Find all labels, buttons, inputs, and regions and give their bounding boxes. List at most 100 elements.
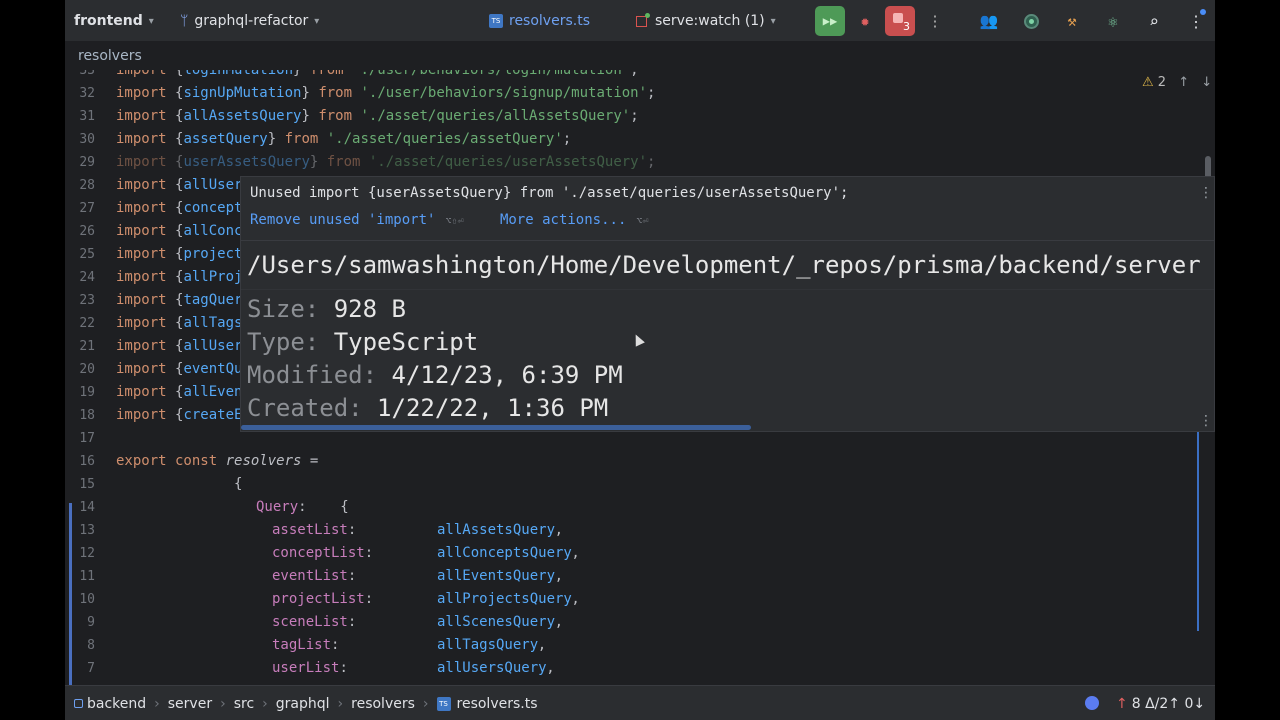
breadcrumb-item[interactable]: src xyxy=(234,696,254,712)
type-value: TypeScript xyxy=(333,328,479,356)
identifier: userAssetsQuery xyxy=(183,154,310,170)
branch-selector[interactable]: ᛘ graphql-refactor ▾ xyxy=(180,0,319,42)
branch-icon: ᛘ xyxy=(180,13,189,29)
line-number: 27 xyxy=(79,201,95,216)
file-modified-row: Modified: 4/12/23, 6:39 PM xyxy=(247,361,623,389)
build-tools-button[interactable]: ⚒ xyxy=(1057,6,1087,36)
identifier: allConc xyxy=(183,223,243,239)
line-code: { xyxy=(116,473,242,496)
vcs-arrow-icon: ↑ xyxy=(1116,695,1128,712)
identifier: allEven xyxy=(183,384,243,400)
property-row: eventList: xyxy=(272,565,356,588)
ai-assistant-button[interactable] xyxy=(1016,6,1046,36)
identifier: allUser xyxy=(183,338,243,354)
line-code: import {concept xyxy=(116,197,242,220)
code-line: 11 eventList: allEventsQuery, xyxy=(65,565,1215,588)
code-line: 29 import {userAssetsQuery} from './asset… xyxy=(65,151,1215,174)
popup-scrollbar[interactable] xyxy=(241,425,751,430)
punct: , xyxy=(554,522,564,538)
breadcrumb-item[interactable]: server xyxy=(168,696,212,712)
project-selector[interactable]: frontend ▾ xyxy=(74,0,154,42)
property-value: allAssetsQuery xyxy=(437,522,556,538)
previous-highlight-icon[interactable]: ↑ xyxy=(1178,75,1189,90)
property-value: allConceptsQuery xyxy=(437,545,572,561)
modified-value: 4/12/23, 6:39 PM xyxy=(391,361,623,389)
more-actions-link[interactable]: More actions... xyxy=(500,212,626,228)
keyword: import xyxy=(116,246,167,262)
breadcrumb-item[interactable]: resolvers xyxy=(351,696,415,712)
debug-button[interactable]: ✹ xyxy=(850,6,880,36)
keyword: import xyxy=(116,407,167,423)
code-text: { xyxy=(116,476,243,492)
run-config-icon xyxy=(636,12,650,27)
react-plugin-button[interactable]: ⚛ xyxy=(1098,6,1128,36)
record-icon xyxy=(1023,13,1039,29)
line-number: 9 xyxy=(87,615,95,630)
settings-menu-button[interactable]: ⋮ xyxy=(1181,6,1211,36)
property-row: assetList: xyxy=(272,519,356,542)
warning-icon: ⚠ xyxy=(1142,75,1154,90)
next-highlight-icon[interactable]: ↓ xyxy=(1201,75,1212,90)
more-actions-button[interactable]: ⋮ xyxy=(920,6,950,36)
problems-count: 3 xyxy=(903,20,910,33)
run-icon: ▶▶ xyxy=(822,14,838,28)
keyword: export const xyxy=(116,453,218,469)
punct: } xyxy=(293,70,310,78)
punct: { xyxy=(166,361,184,377)
update-dot-icon xyxy=(1200,9,1206,15)
popup-menu-icon[interactable]: ⋮ xyxy=(1199,413,1213,429)
identifier: createE xyxy=(183,407,243,423)
breadcrumb-item[interactable]: backend xyxy=(87,696,146,712)
main-toolbar: frontend ▾ ᛘ graphql-refactor ▾ TS resol… xyxy=(65,0,1215,42)
breadcrumb-item[interactable]: resolvers.ts xyxy=(457,696,538,712)
punct: : xyxy=(331,637,340,653)
punct: } xyxy=(267,131,285,147)
vcs-counts: 8 Δ/2↑ 0↓ xyxy=(1131,695,1206,712)
keyword: import xyxy=(116,223,167,239)
remove-unused-import-link[interactable]: Remove unused 'import' xyxy=(250,212,435,228)
breadcrumb-item[interactable]: graphql xyxy=(276,696,330,712)
status-indicator-icon[interactable] xyxy=(1085,696,1099,710)
inspection-popup: Unused import {userAssetsQuery} from './… xyxy=(240,176,1215,432)
search-button[interactable]: ⌕ xyxy=(1139,6,1169,36)
editor-tab-label[interactable]: resolvers xyxy=(78,48,142,64)
code-line: 8 tagList: allTagsQuery, xyxy=(65,634,1215,657)
keyword: import xyxy=(116,85,167,101)
stop-button[interactable]: 3 xyxy=(885,6,915,36)
run-button[interactable]: ▶▶ xyxy=(815,6,845,36)
popup-title: Unused import {userAssetsQuery} from './… xyxy=(250,185,849,201)
popup-menu-icon[interactable]: ⋮ xyxy=(1199,185,1213,201)
line-number: 31 xyxy=(79,109,95,124)
keyword: import xyxy=(116,269,167,285)
popup-divider xyxy=(241,289,1214,290)
line-number: 33 xyxy=(79,70,95,78)
line-code: import {loginMutation} from './user/beha… xyxy=(116,70,639,82)
run-config-selector[interactable]: serve:watch (1) ▾ xyxy=(636,0,776,42)
chevron-down-icon: ▾ xyxy=(314,15,320,27)
module-icon xyxy=(74,699,83,708)
line-code: import {project xyxy=(116,243,242,266)
current-file-tab[interactable]: TS resolvers.ts xyxy=(489,0,590,42)
property-row: projectList: xyxy=(272,588,373,611)
punct: ; xyxy=(647,85,656,101)
keyword: import xyxy=(116,131,167,147)
line-code: import {createE xyxy=(116,404,242,427)
line-number: 23 xyxy=(79,293,95,308)
punct: { xyxy=(166,177,184,193)
identifier: signUpMutation xyxy=(183,85,302,101)
identifier: project xyxy=(183,246,243,262)
property-key: tagList xyxy=(272,637,332,653)
identifier: allTags xyxy=(183,315,243,331)
inspection-widget[interactable]: ⚠ 2 ↑ ↓ xyxy=(1142,75,1212,90)
remove-shortcut: ⌥⇧⏎ xyxy=(445,216,464,227)
punct: { xyxy=(166,407,184,423)
property-row: conceptList: xyxy=(272,542,373,565)
keyword: import xyxy=(116,177,167,193)
branch-name: graphql-refactor xyxy=(194,13,309,29)
code-line: 32 import {signUpMutation} from './user/b… xyxy=(65,82,1215,105)
file-size-row: Size: 928 B xyxy=(247,295,406,323)
code-with-me-button[interactable]: 👥 xyxy=(974,6,1004,36)
vcs-status[interactable]: ↑ 8 Δ/2↑ 0↓ xyxy=(1116,686,1205,720)
keyword: import xyxy=(116,361,167,377)
query-key-row: Query: { xyxy=(256,496,349,519)
